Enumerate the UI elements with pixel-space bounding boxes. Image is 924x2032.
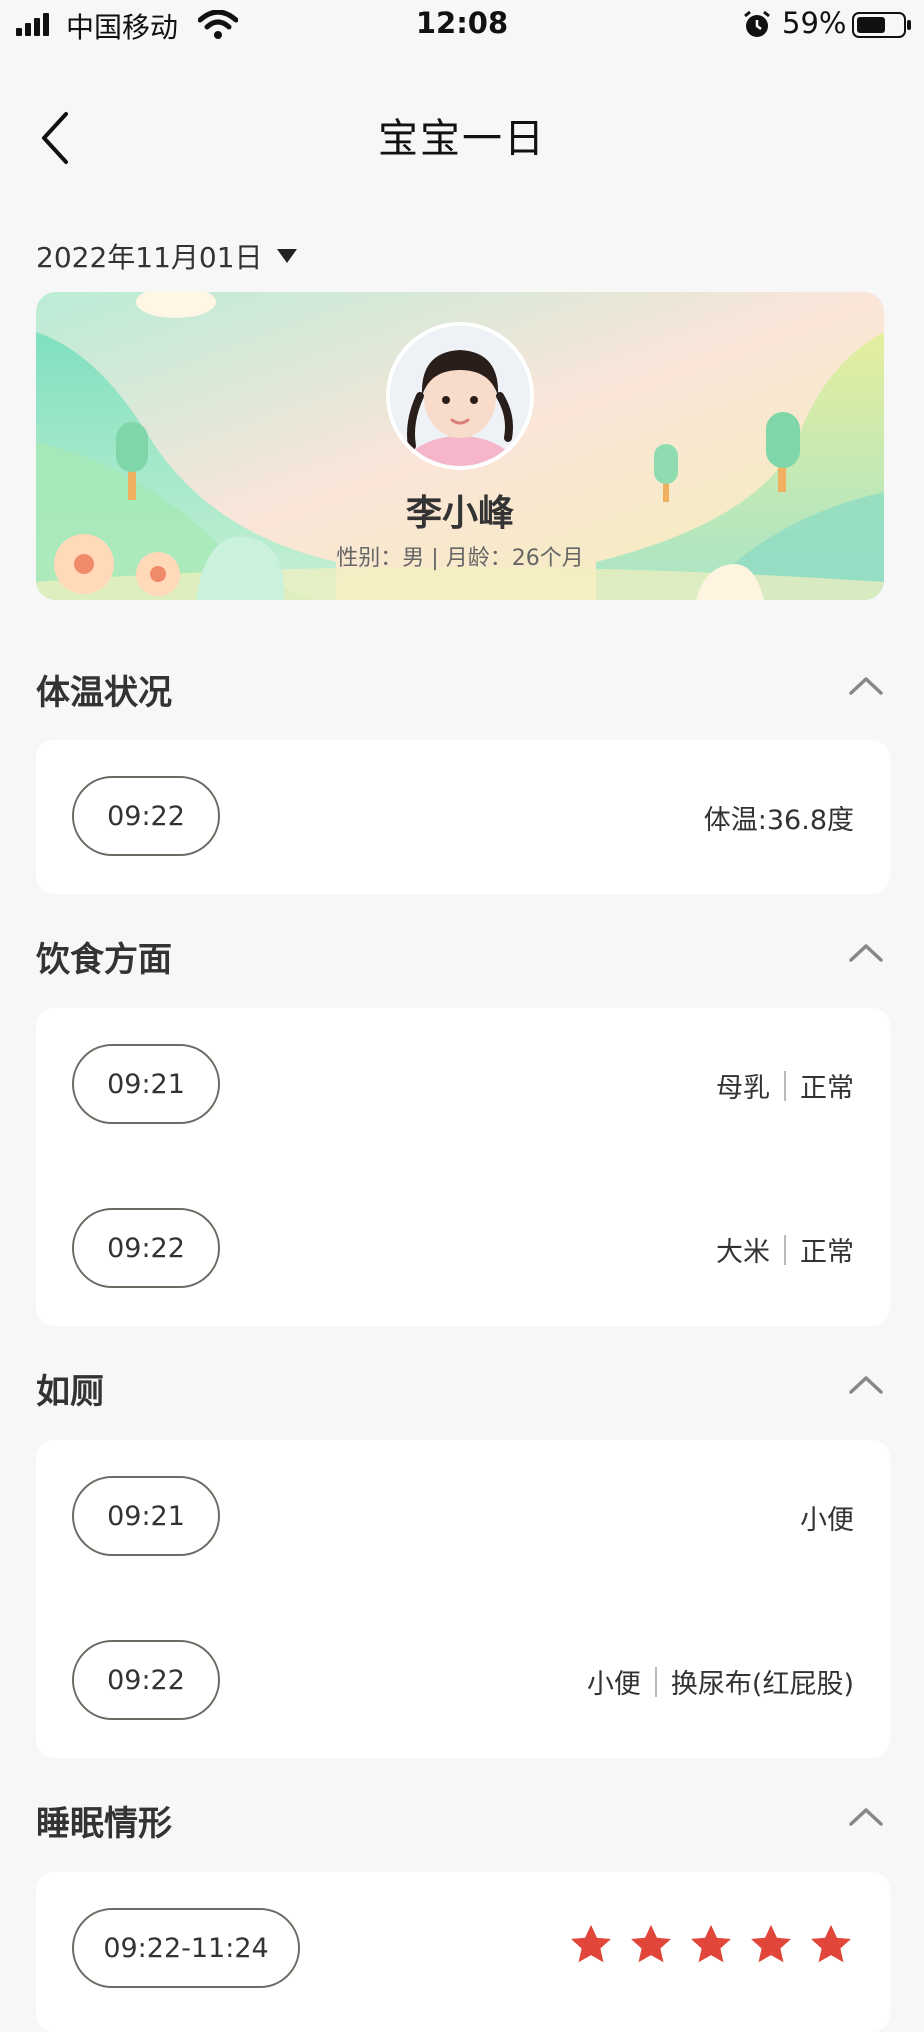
nav-bar: 宝宝一日 (0, 60, 924, 190)
status-bar: 中国移动 12:08 59% (0, 0, 924, 50)
time-pill: 09:22 (72, 1640, 220, 1720)
chevron-up-icon[interactable] (848, 1804, 884, 1828)
toilet-value: 小便 (800, 1498, 854, 1537)
section-title: 体温状况 (36, 673, 172, 713)
toilet-card: 09:21 小便 09:22 小便 换尿布(红屁股) (36, 1440, 890, 1758)
sleep-rating (568, 1922, 854, 1968)
diet-value: 母乳 正常 (716, 1066, 854, 1105)
chevron-up-icon[interactable] (848, 940, 884, 964)
time-pill: 09:22-11:24 (72, 1908, 300, 1988)
battery-percent: 59% (782, 6, 847, 40)
list-item: 09:22-11:24 (36, 1908, 890, 1992)
temperature-value: 体温:36.8度 (703, 805, 854, 836)
divider (784, 1070, 786, 1101)
list-item: 09:22 体温:36.8度 (36, 776, 890, 860)
diet-card: 09:21 母乳 正常 09:22 大米 正常 (36, 1008, 890, 1326)
avatar (386, 322, 534, 470)
toilet-item: 小便 (800, 1505, 854, 1536)
diet-status: 正常 (800, 1237, 854, 1268)
time-pill: 09:21 (72, 1476, 220, 1556)
sleep-card: 09:22-11:24 (36, 1872, 890, 2032)
profile-card: 李小峰 性别：男 | 月龄：26个月 (36, 292, 884, 600)
section-header-sleep[interactable]: 睡眠情形 (36, 1786, 884, 1846)
diet-value: 大米 正常 (716, 1230, 854, 1269)
star-icon (631, 1924, 671, 1963)
diet-item: 母乳 (716, 1073, 770, 1104)
list-item: 09:21 母乳 正常 (36, 1044, 890, 1128)
date-selector[interactable]: 2022年11月01日 (36, 236, 297, 276)
divider (654, 1666, 657, 1697)
baby-info: 性别：男 | 月龄：26个月 (336, 546, 584, 571)
section-title: 饮食方面 (36, 940, 172, 980)
page-title: 宝宝一日 (378, 116, 546, 162)
caret-down-icon (276, 249, 297, 263)
star-icon (751, 1924, 791, 1963)
time-pill: 09:21 (72, 1044, 220, 1124)
chevron-up-icon[interactable] (848, 673, 884, 697)
time-pill: 09:22 (72, 776, 220, 856)
baby-name: 李小峰 (405, 493, 514, 534)
star-icon (691, 1924, 731, 1963)
star-icon (811, 1924, 851, 1963)
list-item: 09:21 小便 (36, 1476, 890, 1560)
toilet-value: 小便 换尿布(红屁股) (587, 1662, 854, 1701)
list-item: 09:22 大米 正常 (36, 1208, 890, 1292)
divider (784, 1234, 786, 1265)
alarm-icon (744, 10, 770, 37)
diet-status: 正常 (800, 1073, 854, 1104)
chevron-up-icon[interactable] (848, 1372, 884, 1396)
battery-icon (852, 12, 911, 38)
toilet-status: 换尿布(红屁股) (670, 1669, 854, 1700)
section-header-diet[interactable]: 饮食方面 (36, 922, 884, 982)
section-header-toilet[interactable]: 如厕 (36, 1354, 884, 1414)
section-title: 睡眠情形 (36, 1804, 172, 1844)
star-icon (571, 1924, 611, 1963)
date-label: 2022年11月01日 (36, 241, 263, 274)
diet-item: 大米 (716, 1237, 770, 1268)
toilet-item: 小便 (586, 1669, 641, 1700)
child-photo (390, 326, 530, 466)
list-item: 09:22 小便 换尿布(红屁股) (36, 1640, 890, 1724)
section-header-temperature[interactable]: 体温状况 (36, 655, 884, 715)
time-pill: 09:22 (72, 1208, 220, 1288)
section-title: 如厕 (36, 1372, 104, 1412)
temperature-card: 09:22 体温:36.8度 (36, 740, 890, 894)
